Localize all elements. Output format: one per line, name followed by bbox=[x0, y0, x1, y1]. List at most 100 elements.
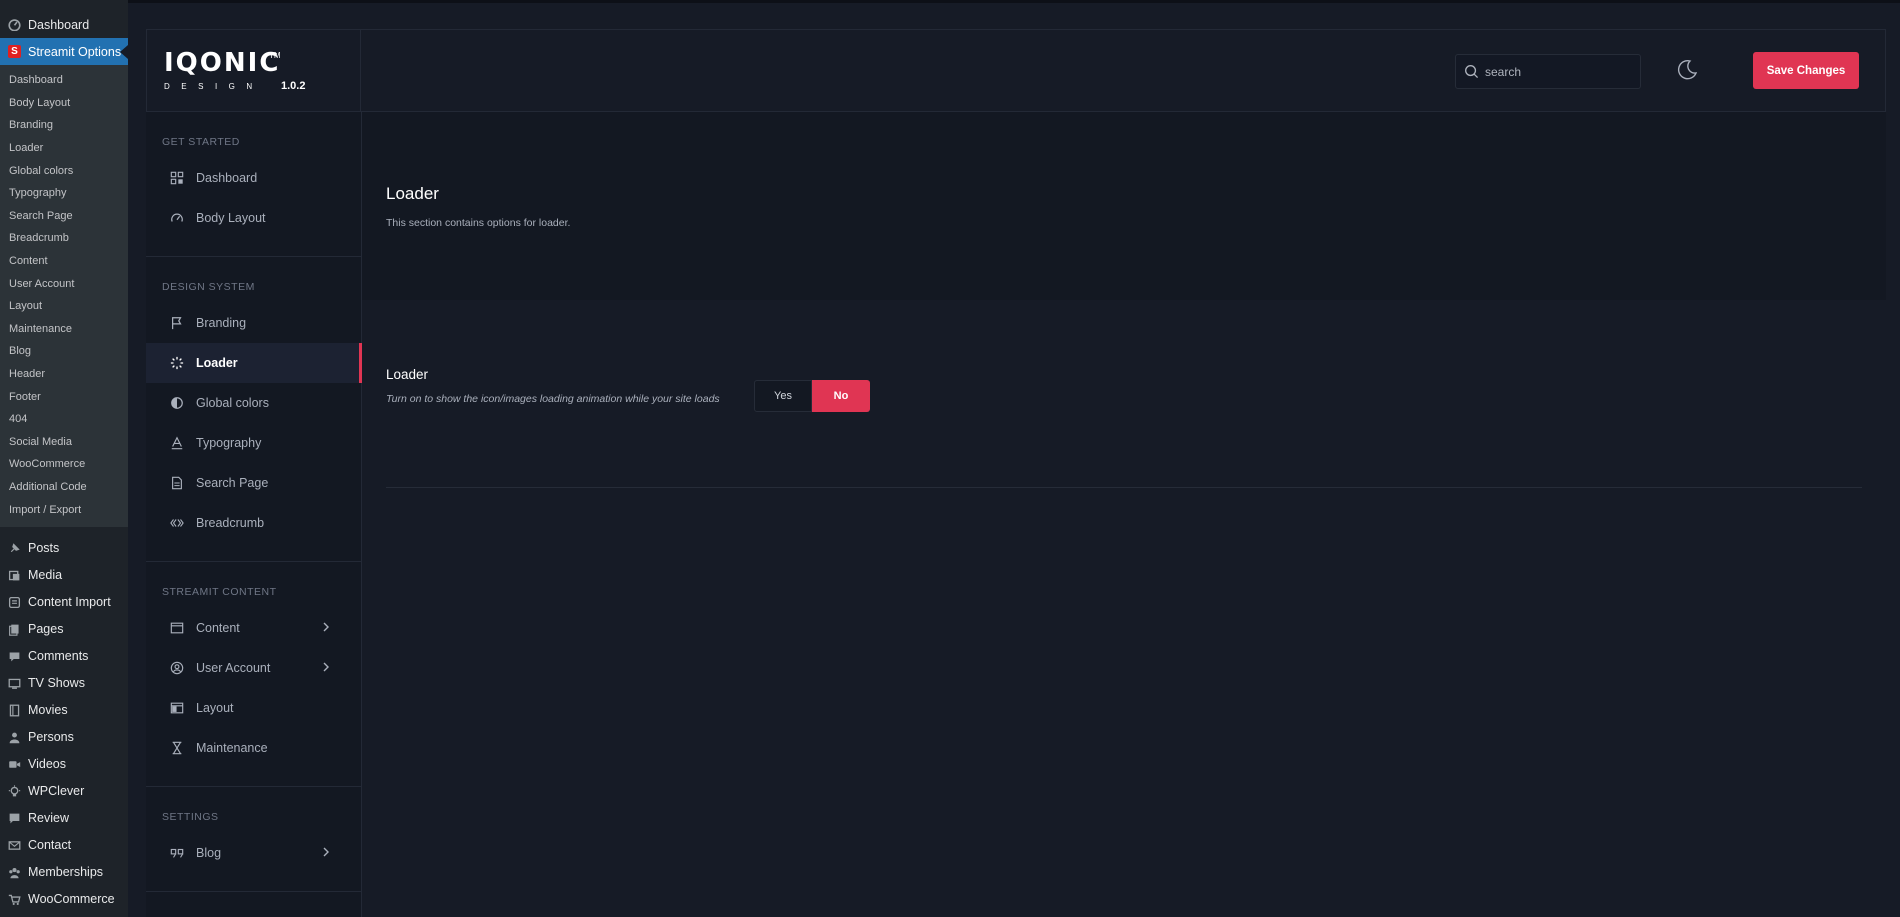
wp-menu-dashboard-label: Dashboard bbox=[28, 17, 90, 32]
wp-menu-posts[interactable]: Posts bbox=[0, 535, 128, 562]
wp-menu-label: Review bbox=[28, 811, 69, 826]
wp-submenu-item[interactable]: Maintenance bbox=[0, 318, 128, 341]
wp-menu-videos[interactable]: Videos bbox=[0, 751, 128, 778]
wp-menu-label: Posts bbox=[28, 541, 60, 556]
wp-submenu-item[interactable]: Breadcrumb bbox=[0, 227, 128, 250]
wp-menu-streamit-options[interactable]: S Streamit Options bbox=[0, 38, 128, 65]
quote-icon bbox=[170, 846, 184, 860]
nav-item-global-colors[interactable]: Global colors bbox=[146, 383, 361, 423]
chevron-right-icon bbox=[321, 661, 331, 676]
wp-submenu-item[interactable]: Layout bbox=[0, 295, 128, 318]
nav-group: DESIGN SYSTEM Branding Loader Global colors… bbox=[146, 257, 362, 562]
wp-submenu-item[interactable]: WooCommerce bbox=[0, 453, 128, 476]
wp-menu-media[interactable]: Media bbox=[0, 562, 128, 589]
wp-menu-contact[interactable]: Contact bbox=[0, 832, 128, 859]
field-description: Turn on to show the icon/images loading … bbox=[386, 393, 720, 405]
toggle-no-button[interactable]: No bbox=[812, 380, 870, 412]
media-icon bbox=[7, 568, 22, 583]
nav-item-breadcrumb[interactable]: Breadcrumb bbox=[146, 503, 361, 543]
wp-menu-comments[interactable]: Comments bbox=[0, 643, 128, 670]
nav-item-search-page[interactable]: Search Page bbox=[146, 463, 361, 503]
nav-item-label: Breadcrumb bbox=[196, 516, 265, 530]
wp-menu-label: Movies bbox=[28, 703, 68, 718]
toggle-yes-button[interactable]: Yes bbox=[754, 380, 812, 412]
streamit-logo-icon: S bbox=[7, 44, 22, 59]
nav-item-label: Global colors bbox=[196, 396, 269, 410]
wp-menu-pages[interactable]: Pages bbox=[0, 616, 128, 643]
page-title: Loader bbox=[386, 184, 439, 203]
wp-menu-wpclever[interactable]: WPClever bbox=[0, 778, 128, 805]
nav-item-label: Content bbox=[196, 621, 240, 635]
wp-menu-label: Videos bbox=[28, 757, 66, 772]
cart-icon bbox=[7, 892, 22, 907]
nav-item-body-layout[interactable]: Body Layout bbox=[146, 198, 361, 238]
wp-submenu-item[interactable]: Global colors bbox=[0, 159, 128, 182]
wp-admin-sidebar: Dashboard S Streamit Options Dashboard Bo… bbox=[0, 0, 128, 917]
wp-menu-persons[interactable]: Persons bbox=[0, 724, 128, 751]
nav-item-user-account[interactable]: User Account bbox=[146, 648, 361, 688]
wp-submenu-item[interactable]: Header bbox=[0, 363, 128, 386]
wp-submenu-item[interactable]: Dashboard bbox=[0, 69, 128, 92]
logo-text: IQONIC bbox=[164, 48, 281, 78]
video-icon bbox=[7, 757, 22, 772]
film-icon bbox=[7, 703, 22, 718]
wp-menu-lower: Posts Media Content Import Pages Comments TV … bbox=[0, 527, 128, 913]
loader-toggle: Yes No bbox=[754, 380, 870, 412]
wp-submenu-item[interactable]: Typography bbox=[0, 182, 128, 205]
flag-icon bbox=[170, 316, 184, 330]
wp-submenu: Dashboard Body Layout Branding Loader Global… bbox=[0, 65, 128, 527]
wp-submenu-item[interactable]: Search Page bbox=[0, 205, 128, 228]
save-changes-button[interactable]: Save Changes bbox=[1753, 52, 1859, 89]
wp-submenu-item[interactable]: User Account bbox=[0, 272, 128, 295]
nav-item-maintenance[interactable]: Maintenance bbox=[146, 728, 361, 768]
nav-item-label: Layout bbox=[196, 701, 234, 715]
wp-submenu-item[interactable]: 404 bbox=[0, 408, 128, 431]
wp-menu-dashboard[interactable]: Dashboard bbox=[0, 11, 128, 38]
search-input[interactable] bbox=[1485, 64, 1635, 79]
nav-item-dashboard[interactable]: Dashboard bbox=[146, 158, 361, 198]
nav-item-label: Maintenance bbox=[196, 741, 268, 755]
wp-menu-streamit-options-label: Streamit Options bbox=[28, 44, 122, 59]
wp-menu-label: Media bbox=[28, 568, 63, 583]
wp-menu-review[interactable]: Review bbox=[0, 805, 128, 832]
nav-group-heading: DESIGN SYSTEM bbox=[162, 281, 255, 293]
nav-item-typography[interactable]: Typography bbox=[146, 423, 361, 463]
chevron-right-icon bbox=[321, 621, 331, 636]
wp-menu-label: TV Shows bbox=[28, 676, 85, 691]
wp-menu-label: Contact bbox=[28, 838, 72, 853]
chevron-right-icon bbox=[321, 846, 331, 861]
nav-item-blog[interactable]: Blog bbox=[146, 833, 361, 873]
search-box[interactable] bbox=[1455, 54, 1641, 89]
wp-menu-movies[interactable]: Movies bbox=[0, 697, 128, 724]
nav-item-branding[interactable]: Branding bbox=[146, 303, 361, 343]
nav-item-layout[interactable]: Layout bbox=[146, 688, 361, 728]
wp-menu-memberships[interactable]: Memberships bbox=[0, 859, 128, 886]
wp-menu-woocommerce[interactable]: WooCommerce bbox=[0, 886, 128, 913]
wp-submenu-item[interactable]: Branding bbox=[0, 114, 128, 137]
wp-submenu-item[interactable]: Content bbox=[0, 250, 128, 273]
spinner-icon bbox=[170, 356, 184, 370]
wp-menu-content-import[interactable]: Content Import bbox=[0, 589, 128, 616]
breadcrumb-icon bbox=[170, 516, 184, 530]
wp-submenu-item[interactable]: Import / Export bbox=[0, 498, 128, 521]
wp-submenu-item[interactable]: Blog bbox=[0, 340, 128, 363]
wp-submenu-item[interactable]: Social Media bbox=[0, 431, 128, 454]
wp-menu-label: Memberships bbox=[28, 865, 104, 880]
brand-logo: IQONIC TM DESIGN 1.0.2 bbox=[147, 30, 361, 111]
dark-mode-toggle-moon-icon[interactable] bbox=[1675, 58, 1699, 82]
top-strip bbox=[128, 0, 1900, 3]
wp-submenu-item[interactable]: Footer bbox=[0, 385, 128, 408]
search-icon bbox=[1464, 64, 1479, 79]
person-icon bbox=[7, 730, 22, 745]
nav-item-content[interactable]: Content bbox=[146, 608, 361, 648]
nav-item-label: User Account bbox=[196, 661, 271, 675]
wp-submenu-item[interactable]: Loader bbox=[0, 137, 128, 160]
wp-menu-tv-shows[interactable]: TV Shows bbox=[0, 670, 128, 697]
wp-menu-label: Pages bbox=[28, 622, 64, 637]
nav-item-loader[interactable]: Loader bbox=[146, 343, 362, 383]
wp-submenu-item[interactable]: Additional Code bbox=[0, 476, 128, 499]
wp-submenu-item[interactable]: Body Layout bbox=[0, 92, 128, 115]
nav-group-heading: STREAMIT CONTENT bbox=[162, 586, 277, 598]
pages-icon bbox=[7, 622, 22, 637]
dashboard-icon bbox=[7, 17, 22, 32]
